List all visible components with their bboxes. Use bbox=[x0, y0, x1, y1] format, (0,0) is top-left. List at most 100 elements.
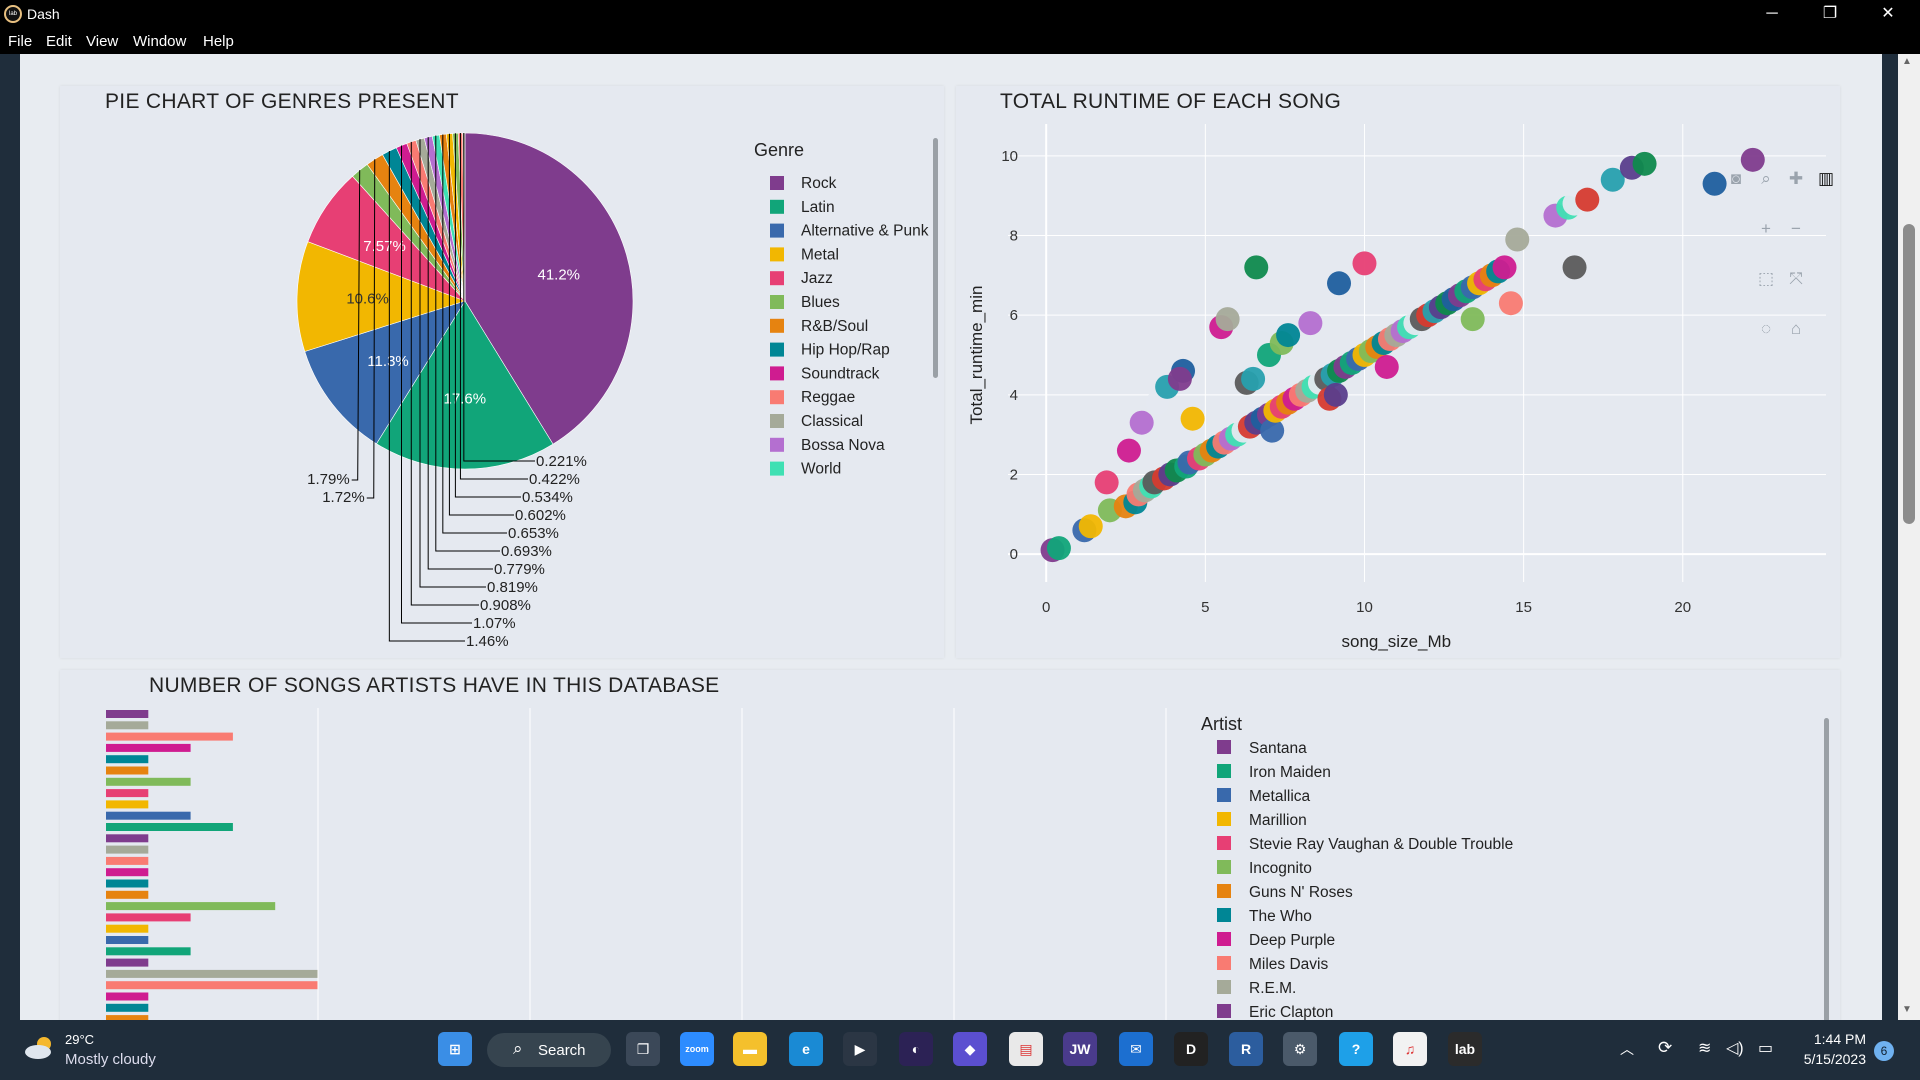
volume-icon[interactable]: ◁) bbox=[1726, 1038, 1744, 1058]
legend-item: Marillion bbox=[1249, 812, 1307, 829]
home-icon[interactable]: ⌂ bbox=[1791, 319, 1801, 338]
x-tick-label: 20 bbox=[1674, 599, 1691, 616]
sync-icon[interactable]: ⟳ bbox=[1658, 1038, 1672, 1058]
camera-icon[interactable]: ◙ bbox=[1731, 169, 1741, 188]
pan-icon[interactable]: ✚ bbox=[1789, 169, 1803, 188]
pie-slice-label: 1.07% bbox=[473, 615, 516, 632]
file-explorer-icon[interactable]: ▬ bbox=[733, 1032, 767, 1066]
bar bbox=[106, 924, 149, 933]
edge-icon[interactable]: e bbox=[789, 1032, 823, 1066]
lasso-icon[interactable]: ◌ bbox=[1761, 319, 1771, 338]
scrollbar-thumb[interactable] bbox=[1903, 224, 1915, 524]
scatter-point bbox=[1078, 514, 1103, 539]
zoom-out-icon[interactable]: − bbox=[1791, 219, 1801, 238]
chevron-up-icon[interactable]: ︿ bbox=[1620, 1039, 1634, 1059]
music-icon[interactable]: ♫ bbox=[1393, 1032, 1427, 1066]
legend-swatch bbox=[770, 437, 784, 452]
menu-file[interactable]: File bbox=[8, 33, 32, 50]
legend-swatch bbox=[1217, 836, 1231, 850]
task-view-icon[interactable]: ❐ bbox=[626, 1032, 660, 1066]
editor-icon[interactable]: D bbox=[1174, 1032, 1208, 1066]
bar bbox=[106, 823, 233, 831]
legend-item: Jazz bbox=[801, 270, 833, 287]
jw-icon[interactable]: JW bbox=[1063, 1032, 1097, 1066]
media-icon[interactable]: ▶ bbox=[843, 1032, 877, 1066]
restore-button[interactable]: ❐ bbox=[1801, 0, 1859, 29]
title-bar: lab Dash ─ ❐ ✕ bbox=[0, 0, 1920, 29]
scroll-up-icon[interactable]: ▲ bbox=[1902, 56, 1912, 67]
pie-slice-label: 10.6% bbox=[346, 290, 389, 307]
legend-scrollbar[interactable] bbox=[933, 138, 938, 378]
legend-title: Genre bbox=[754, 140, 804, 160]
menu-help[interactable]: Help bbox=[203, 33, 234, 50]
legend-swatch bbox=[1217, 884, 1231, 898]
start-icon[interactable]: ⊞ bbox=[438, 1032, 472, 1066]
autoscale-icon[interactable]: ▥ bbox=[1818, 169, 1834, 188]
legend-scrollbar[interactable] bbox=[1824, 718, 1829, 1020]
window-title: Dash bbox=[27, 6, 60, 22]
scatter-point bbox=[1702, 171, 1727, 196]
eclipse-icon[interactable]: ◐ bbox=[899, 1032, 933, 1066]
scroll-down-icon[interactable]: ▼ bbox=[1902, 1004, 1912, 1015]
close-button[interactable]: ✕ bbox=[1859, 0, 1917, 29]
minimize-button[interactable]: ─ bbox=[1743, 0, 1801, 29]
battery-icon[interactable]: ▭ bbox=[1758, 1038, 1773, 1058]
notification-badge[interactable]: 6 bbox=[1874, 1041, 1894, 1061]
bar bbox=[106, 743, 191, 752]
legend-swatch bbox=[1217, 764, 1231, 778]
legend-item: Soundtrack bbox=[801, 365, 880, 382]
legend-item: Metallica bbox=[1249, 788, 1311, 805]
copilot-icon[interactable]: ◆ bbox=[953, 1032, 987, 1066]
menu-edit[interactable]: Edit bbox=[46, 33, 72, 50]
pie-slice-label: 41.2% bbox=[537, 266, 580, 283]
legend-swatch bbox=[1217, 788, 1231, 802]
legend-item: R.E.M. bbox=[1249, 980, 1296, 997]
reset-axes-icon[interactable]: ⤧ bbox=[1789, 269, 1803, 288]
x-tick-label: 0 bbox=[1042, 599, 1050, 616]
pie-slice-label: 7.57% bbox=[363, 238, 406, 255]
menu-view[interactable]: View bbox=[86, 33, 118, 50]
search-box[interactable]: ⌕ Search bbox=[487, 1033, 611, 1067]
x-axis-label: song_size_Mb bbox=[1341, 632, 1451, 651]
weather-temp[interactable]: 29°C bbox=[65, 1032, 94, 1047]
jupyterlab-icon[interactable]: lab bbox=[1448, 1032, 1482, 1066]
clock-time[interactable]: 1:44 PM bbox=[1796, 1031, 1866, 1047]
pie-slice-label: 0.908% bbox=[480, 597, 531, 614]
legend-item: Blues bbox=[801, 294, 840, 311]
page-scrollbar[interactable]: ▲ ▼ bbox=[1898, 54, 1920, 1020]
pie-slice-label: 1.46% bbox=[466, 633, 509, 650]
zoom-icon[interactable]: ⌕ bbox=[1761, 169, 1771, 188]
y-tick-label: 4 bbox=[1010, 387, 1018, 404]
bar bbox=[106, 992, 149, 1001]
r-icon[interactable]: R bbox=[1229, 1032, 1263, 1066]
mail-icon[interactable]: ✉ bbox=[1119, 1032, 1153, 1066]
scatter-point bbox=[1094, 470, 1119, 495]
scatter-point bbox=[1352, 251, 1377, 276]
legend-swatch bbox=[770, 366, 784, 381]
menu-window[interactable]: Window bbox=[133, 33, 186, 50]
bar-chart: Artist Santana Iron Maiden Metallica Marilli… bbox=[106, 708, 1513, 1020]
clock-date[interactable]: 5/15/2023 bbox=[1790, 1051, 1866, 1067]
y-tick-label: 8 bbox=[1010, 228, 1018, 245]
legend-swatch bbox=[770, 318, 784, 333]
weather-icon[interactable] bbox=[22, 1034, 58, 1062]
legend-swatch bbox=[1217, 740, 1231, 754]
help-icon[interactable]: ? bbox=[1339, 1032, 1373, 1066]
zoom-in-icon[interactable]: + bbox=[1761, 219, 1771, 238]
legend-item: Miles Davis bbox=[1249, 956, 1328, 973]
legend-item: Incognito bbox=[1249, 860, 1312, 877]
wifi-icon[interactable]: ≋ bbox=[1698, 1038, 1711, 1058]
document-icon[interactable]: ▤ bbox=[1009, 1032, 1043, 1066]
settings-icon[interactable]: ⚙ bbox=[1283, 1032, 1317, 1066]
box-select-icon[interactable]: ⬚ bbox=[1758, 269, 1774, 288]
pie-slice-label: 0.534% bbox=[522, 489, 573, 506]
weather-desc[interactable]: Mostly cloudy bbox=[65, 1051, 156, 1068]
scatter-point bbox=[1327, 271, 1352, 296]
legend-item: Latin bbox=[801, 199, 835, 216]
bar bbox=[106, 777, 191, 786]
zoom-icon[interactable]: zoom bbox=[680, 1032, 714, 1066]
pie-slice-label: 0.653% bbox=[508, 525, 559, 542]
bar bbox=[106, 913, 191, 922]
y-tick-label: 6 bbox=[1010, 307, 1018, 324]
bar bbox=[106, 845, 149, 854]
